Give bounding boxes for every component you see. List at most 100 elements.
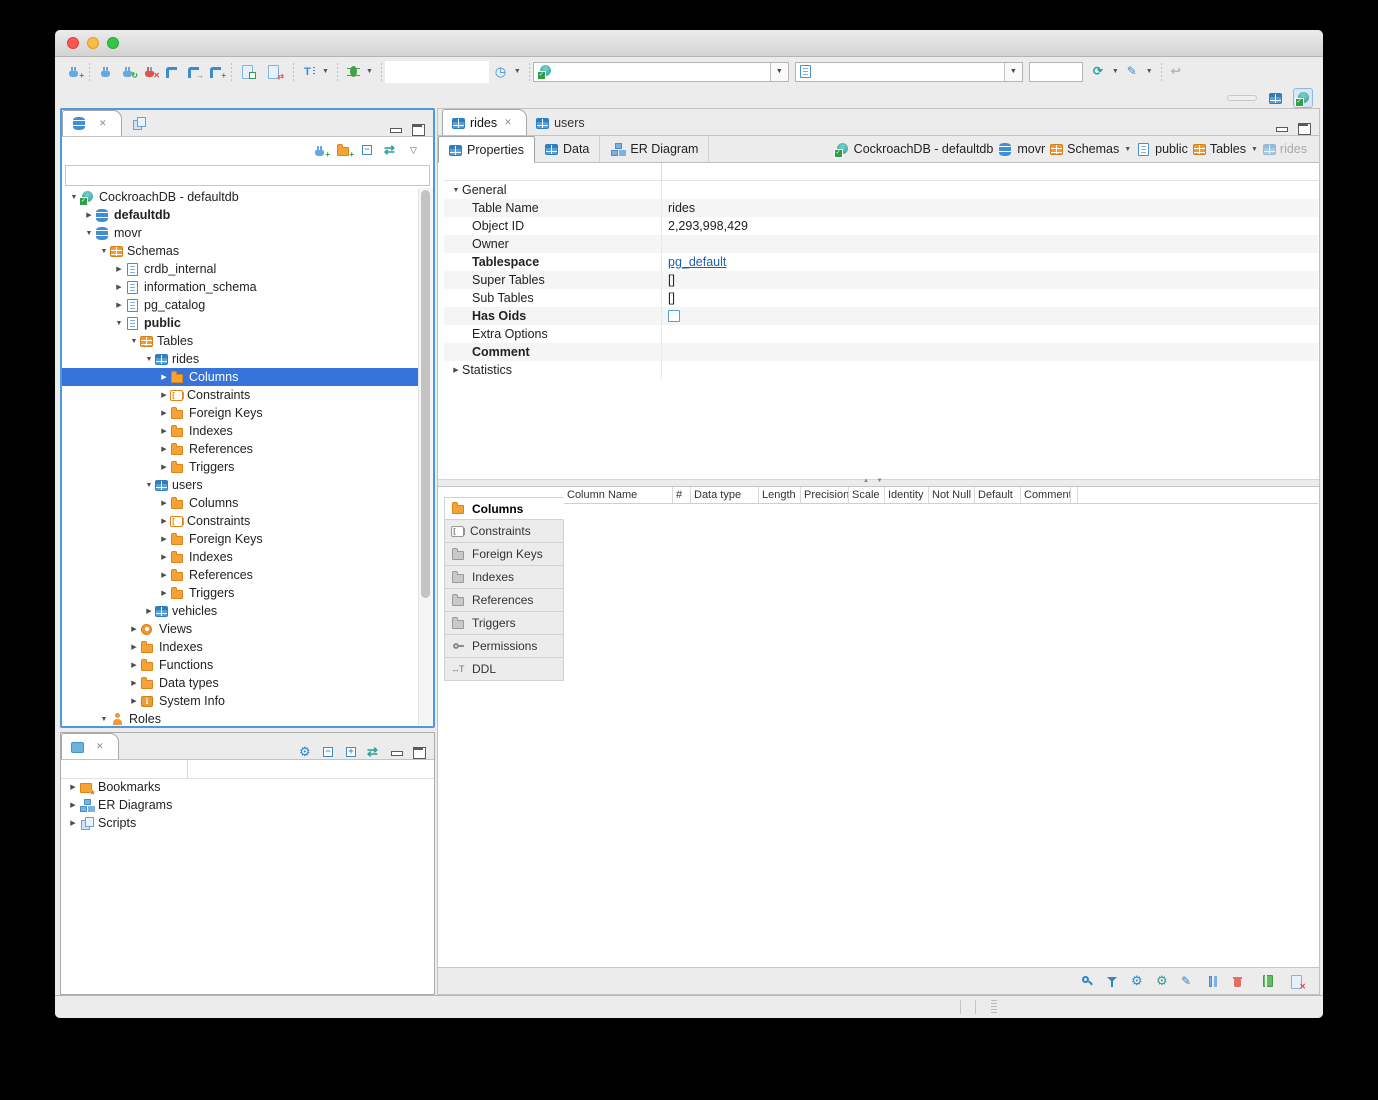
col-header-default[interactable]: Default — [975, 487, 1021, 503]
tree-item-rides[interactable]: ▼rides — [62, 350, 418, 368]
tree-expander-icon[interactable]: ▶ — [158, 553, 170, 561]
tree-item-triggers[interactable]: ▶Triggers — [62, 584, 418, 602]
property-row-object-id[interactable]: Object ID2,293,998,429 — [444, 217, 1318, 235]
tree-expander-icon[interactable]: ▶ — [113, 301, 125, 309]
property-row-extra-options[interactable]: Extra Options — [444, 325, 1318, 343]
revert-button[interactable] — [1289, 975, 1307, 988]
tree-item-users[interactable]: ▼users — [62, 476, 418, 494]
sql-editor-icon[interactable] — [164, 65, 179, 78]
tree-expander-icon[interactable]: ▶ — [67, 783, 79, 791]
tree-expander-icon[interactable]: ▶ — [128, 661, 140, 669]
editor-tab-users[interactable]: users — [527, 110, 594, 135]
expand-all-icon[interactable] — [344, 746, 359, 759]
refresh-button[interactable]: ▼ — [1092, 65, 1119, 78]
tree-expander-icon[interactable]: ▶ — [113, 265, 125, 273]
detail-tab-references[interactable]: References — [444, 589, 564, 612]
tree-expander-icon[interactable]: ▶ — [158, 427, 170, 435]
col-header-precision[interactable]: Precision — [801, 487, 849, 503]
tree-item-schemas[interactable]: ▼Schemas — [62, 242, 418, 260]
tree-expander-icon[interactable]: ▶ — [67, 819, 79, 827]
commit-button[interactable] — [240, 65, 259, 78]
tree-expander-icon[interactable]: ▶ — [158, 571, 170, 579]
tree-expander-icon[interactable]: ▶ — [143, 607, 155, 615]
edit-mode-button[interactable]: ▼ — [1126, 65, 1153, 78]
property-row-super-tables[interactable]: Super Tables[] — [444, 271, 1318, 289]
editor-tab-rides[interactable]: rides — [442, 109, 527, 135]
tab-database-navigator[interactable] — [62, 110, 122, 136]
chevron-down-icon[interactable]: ▼ — [1251, 146, 1258, 153]
tree-expander-icon[interactable]: ▶ — [158, 445, 170, 453]
property-row-sub-tables[interactable]: Sub Tables[] — [444, 289, 1318, 307]
tree-expander-icon[interactable]: ▼ — [128, 338, 140, 345]
tree-expander-icon[interactable]: ▶ — [158, 499, 170, 507]
link-with-editor-icon[interactable] — [384, 144, 399, 157]
tab-project-general[interactable] — [61, 733, 119, 759]
edit-row-icon[interactable] — [1180, 975, 1195, 988]
open-perspective-button[interactable] — [1266, 89, 1284, 107]
tree-item-vehicles[interactable]: ▶vehicles — [62, 602, 418, 620]
tree-item-pg-catalog[interactable]: ▶pg_catalog — [62, 296, 418, 314]
tree-expander-icon[interactable]: ▶ — [128, 679, 140, 687]
close-icon[interactable] — [502, 116, 517, 129]
minimize-view-icon[interactable] — [1275, 123, 1289, 135]
new-folder-icon[interactable]: + — [336, 144, 351, 157]
tree-item-constraints[interactable]: ▶Constraints — [62, 512, 418, 530]
detail-tab-permissions[interactable]: Permissions — [444, 635, 564, 658]
connection-combo[interactable]: ▼ — [533, 62, 789, 82]
tree-expander-icon[interactable]: ▶ — [158, 373, 170, 381]
filter-icon[interactable] — [1105, 975, 1120, 988]
tree-item-constraints[interactable]: ▶Constraints — [62, 386, 418, 404]
tree-item-public[interactable]: ▼public — [62, 314, 418, 332]
col-header-scale[interactable]: Scale — [849, 487, 885, 503]
tree-expander-icon[interactable]: ▶ — [158, 391, 170, 399]
maximize-view-icon[interactable] — [1297, 123, 1311, 135]
close-window-button[interactable] — [67, 37, 79, 49]
zoom-window-button[interactable] — [107, 37, 119, 49]
tree-item-references[interactable]: ▶References — [62, 440, 418, 458]
minimize-view-icon[interactable] — [390, 747, 404, 759]
property-row-comment[interactable]: Comment — [444, 343, 1318, 361]
collapse-all-icon[interactable] — [321, 746, 336, 759]
fetch-size-input[interactable] — [1029, 62, 1083, 82]
col-header-[interactable]: # — [673, 487, 691, 503]
tree-expander-icon[interactable]: ▶ — [113, 283, 125, 291]
col-header-comment[interactable]: Comment — [1021, 487, 1071, 503]
view-menu-icon[interactable] — [408, 144, 423, 157]
detail-tab-indexes[interactable]: Indexes — [444, 566, 564, 589]
maximize-view-icon[interactable] — [412, 747, 426, 759]
minimize-window-button[interactable] — [87, 37, 99, 49]
tree-item-triggers[interactable]: ▶Triggers — [62, 458, 418, 476]
tree-item-roles[interactable]: ▼Roles — [62, 710, 418, 725]
col-header-not-null[interactable]: Not Null — [929, 487, 975, 503]
tab-data[interactable]: Data — [535, 136, 600, 162]
project-settings-icon[interactable] — [298, 746, 313, 759]
tree-item-columns[interactable]: ▶Columns — [62, 368, 418, 386]
table-filter-input[interactable] — [65, 165, 430, 186]
property-row-owner[interactable]: Owner — [444, 235, 1318, 253]
tree-expander-icon[interactable]: ▼ — [143, 356, 155, 363]
disconnect-icon[interactable]: ✕ — [142, 65, 157, 78]
connection-combo-arrow[interactable]: ▼ — [770, 63, 788, 81]
delete-row-icon[interactable] — [1230, 975, 1245, 988]
tree-item-references[interactable]: ▶References — [62, 566, 418, 584]
tree-item-indexes[interactable]: ▶Indexes — [62, 548, 418, 566]
breadcrumb-item-public[interactable]: public — [1136, 142, 1188, 156]
col-header-data-type[interactable]: Data type — [691, 487, 759, 503]
tree-item-data-types[interactable]: ▶Data types — [62, 674, 418, 692]
quick-access-button[interactable] — [1227, 95, 1257, 101]
property-value-link[interactable]: pg_default — [668, 255, 726, 269]
properties-col-value[interactable] — [661, 163, 1318, 180]
project-item-scripts[interactable]: ▶Scripts — [61, 814, 434, 832]
property-row-has-oids[interactable]: Has Oids — [444, 307, 1318, 325]
tree-item-foreign-keys[interactable]: ▶Foreign Keys — [62, 404, 418, 422]
close-icon[interactable] — [94, 740, 109, 753]
tab-properties[interactable]: Properties — [438, 136, 535, 163]
tree-expander-icon[interactable]: ▶ — [128, 643, 140, 651]
tree-item-crdb-internal[interactable]: ▶crdb_internal — [62, 260, 418, 278]
col-header-column-name[interactable]: Column Name — [564, 487, 673, 503]
tree-item-defaultdb[interactable]: ▶defaultdb — [62, 206, 418, 224]
tree-item-indexes[interactable]: ▶Indexes — [62, 422, 418, 440]
minimize-view-icon[interactable] — [389, 124, 403, 136]
dbeaver-perspective-button[interactable] — [1293, 88, 1313, 108]
save-button[interactable] — [1261, 975, 1279, 988]
